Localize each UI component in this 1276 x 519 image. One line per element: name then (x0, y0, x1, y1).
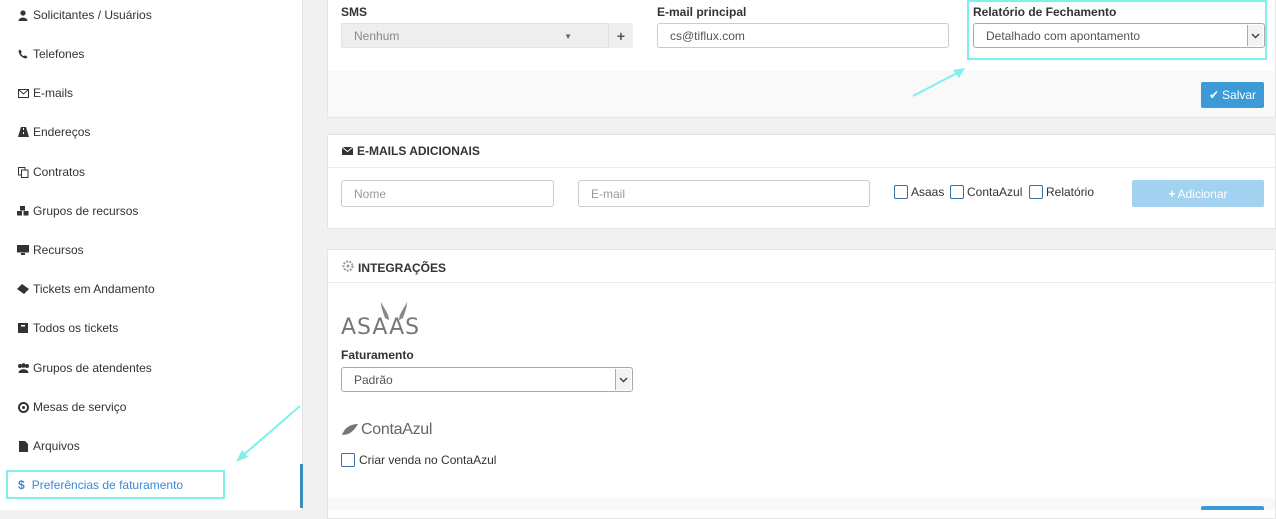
sidebar-item-label: Tickets em Andamento (33, 282, 155, 296)
sidebar-item-contratos[interactable]: Contratos (16, 162, 85, 182)
save-button-bottom[interactable] (1201, 506, 1264, 510)
sidebar-item-recursos[interactable]: Recursos (16, 240, 84, 260)
sidebar-item-label: Grupos de recursos (33, 204, 139, 218)
email-principal-value: cs@tiflux.com (670, 28, 745, 43)
sidebar-item-label: Preferências de faturamento (31, 477, 184, 492)
report-select[interactable]: Detalhado com apontamento (973, 23, 1265, 48)
integrations-footer (328, 498, 1275, 510)
email-principal-label: E-mail principal (657, 5, 747, 19)
billing-select-value: Padrão (354, 372, 393, 387)
additional-email-input[interactable]: E-mail (578, 180, 870, 207)
additional-email-placeholder: E-mail (591, 186, 626, 201)
save-button-label: Salvar (1222, 88, 1257, 102)
desktop-icon (16, 244, 30, 256)
add-sms-button[interactable]: + (609, 23, 633, 48)
email-principal-input[interactable]: cs@tiflux.com (657, 23, 949, 48)
plus-icon: + (616, 27, 626, 44)
sidebar-item-mesas-servico[interactable]: Mesas de serviço (16, 397, 126, 417)
leaf-icon (342, 424, 358, 435)
sidebar: Solicitantes / Usuários Telefones E-mail… (0, 0, 303, 510)
gear-icon (342, 260, 354, 275)
sidebar-item-label: Telefones (33, 47, 85, 61)
sidebar-item-arquivos[interactable]: Arquivos (16, 436, 80, 456)
report-label: Relatório de Fechamento (973, 5, 1117, 19)
check-relatorio-label: Relatório (1046, 185, 1095, 199)
checkbox-criar-venda[interactable] (341, 453, 355, 467)
sidebar-item-label: Todos os tickets (33, 321, 119, 335)
billing-label: Faturamento (341, 348, 414, 362)
dollar-icon: $ (18, 477, 25, 492)
contaazul-logo-text: ContaAzul (361, 421, 433, 438)
envelope-icon (341, 144, 354, 158)
sidebar-item-emails[interactable]: E-mails (16, 83, 73, 103)
sidebar-item-label: Recursos (33, 243, 84, 257)
sidebar-item-preferencias-faturamento[interactable]: $ Preferências de faturamento (6, 470, 225, 499)
cubes-icon (16, 205, 30, 217)
sidebar-item-label: Endereços (33, 125, 91, 139)
integrations-section-title: INTEGRAÇÕES (342, 260, 446, 275)
road-icon (16, 126, 30, 138)
integrations-title-text: INTEGRAÇÕES (358, 260, 447, 275)
sidebar-item-telefones[interactable]: Telefones (16, 44, 84, 64)
chevron-down-icon (615, 369, 631, 390)
sidebar-item-label: Contratos (33, 165, 86, 179)
copy-icon (16, 166, 30, 178)
check-asaas[interactable]: Asaas (894, 185, 944, 199)
users-icon (16, 362, 30, 374)
checkbox-asaas[interactable] (894, 185, 908, 199)
user-icon (16, 9, 30, 21)
divider (328, 167, 1275, 168)
add-email-label: Adicionar (1177, 186, 1228, 201)
asaas-logo: ASAAS (341, 298, 441, 340)
sidebar-item-tickets-andamento[interactable]: Tickets em Andamento (16, 279, 155, 299)
sidebar-item-grupos-recursos[interactable]: Grupos de recursos (16, 201, 138, 221)
divider (328, 282, 1275, 283)
check-contaazul[interactable]: ContaAzul (950, 185, 1022, 199)
active-indicator (300, 464, 303, 508)
phone-icon (16, 48, 30, 60)
archive-icon (16, 322, 30, 334)
asaas-logo-text: ASAAS (341, 315, 420, 338)
email-name-placeholder: Nome (354, 186, 387, 201)
sidebar-item-label: Arquivos (33, 439, 80, 453)
sidebar-item-label: Grupos de atendentes (33, 361, 152, 375)
contaazul-option[interactable]: Criar venda no ContaAzul (341, 453, 496, 467)
check-asaas-label: Asaas (911, 185, 945, 199)
plus-icon: + (1168, 186, 1176, 201)
emails-section-title: E-MAILS ADICIONAIS (341, 144, 480, 158)
sidebar-item-grupos-atendentes[interactable]: Grupos de atendentes (16, 358, 152, 378)
sms-select-value: Nenhum (354, 28, 400, 43)
email-name-input[interactable]: Nome (341, 180, 554, 207)
checkbox-contaazul[interactable] (950, 185, 964, 199)
envelope-icon (16, 87, 30, 99)
sms-select[interactable]: Nenhum ▼ (341, 23, 609, 48)
check-icon: ✔ (1208, 88, 1220, 102)
check-contaazul-label: ContaAzul (967, 185, 1023, 199)
lifebuoy-icon (16, 401, 30, 413)
sidebar-item-solicitantes[interactable]: Solicitantes / Usuários (16, 5, 152, 25)
report-select-value: Detalhado com apontamento (986, 28, 1141, 43)
annotation-arrow-icon (912, 68, 965, 97)
add-email-button[interactable]: + Adicionar (1132, 180, 1264, 207)
emails-title-text: E-MAILS ADICIONAIS (357, 144, 480, 158)
sidebar-item-todos-tickets[interactable]: Todos os tickets (16, 318, 118, 338)
check-relatorio[interactable]: Relatório (1029, 185, 1094, 199)
checkbox-relatorio[interactable] (1029, 185, 1043, 199)
contaazul-logo: ContaAzul (341, 421, 432, 439)
sidebar-item-label: Solicitantes / Usuários (33, 8, 152, 22)
sms-label: SMS (341, 5, 368, 19)
chevron-down-icon (1247, 25, 1263, 46)
billing-select[interactable]: Padrão (341, 367, 633, 392)
save-button[interactable]: ✔ Salvar (1201, 82, 1264, 108)
main-content: SMS Nenhum ▼ + E-mail principal cs@tiflu… (327, 0, 1276, 519)
annotation-arrow-icon (236, 405, 301, 462)
ticket-icon (16, 283, 30, 295)
sidebar-item-label: Mesas de serviço (33, 400, 127, 414)
caret-down-icon: ▼ (564, 32, 572, 41)
contaazul-check-label: Criar venda no ContaAzul (359, 453, 497, 467)
sidebar-item-label: E-mails (33, 86, 74, 100)
file-icon (16, 440, 30, 452)
sidebar-item-enderecos[interactable]: Endereços (16, 122, 90, 142)
